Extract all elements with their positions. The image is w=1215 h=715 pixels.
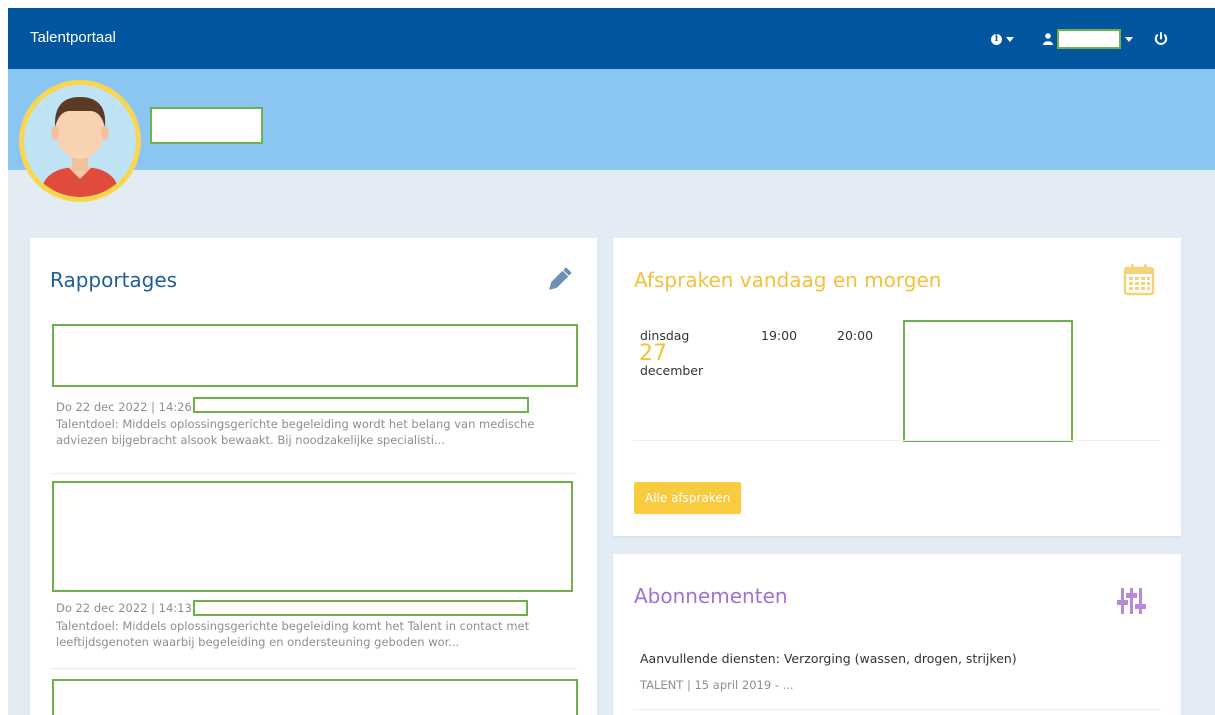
avatar-illustration [24, 85, 136, 197]
all-appointments-button[interactable]: Alle afspraken [634, 482, 742, 514]
rapportages-title: Rapportages [50, 268, 178, 292]
chevron-down-icon [1006, 36, 1014, 42]
divider [633, 440, 1161, 441]
subscription-meta: TALENT | 15 april 2019 - ... [640, 678, 794, 692]
divider [50, 668, 577, 669]
divider [50, 473, 577, 474]
calendar-icon[interactable] [1123, 262, 1155, 296]
user-menu-toggle[interactable] [1043, 28, 1133, 50]
divider [633, 709, 1161, 710]
avatar [19, 80, 141, 202]
appointment-start-time: 19:00 [761, 328, 798, 343]
info-circle-icon: i [991, 33, 1002, 45]
user-name-redacted [1057, 29, 1121, 49]
report-title-redacted[interactable] [52, 481, 573, 592]
report-summary: Talentdoel: Middels oplossingsgerichte b… [56, 619, 530, 649]
report-title-redacted[interactable] [52, 679, 578, 715]
report-title-redacted[interactable] [52, 324, 578, 387]
page: Talentportaal i Rapportages Do 22 dec 20… [8, 8, 1215, 715]
afspraken-title: Afspraken vandaag en morgen [634, 268, 942, 292]
pencil-icon[interactable] [544, 265, 574, 295]
appointment-day: 27 [639, 341, 667, 366]
report-author-redacted [193, 600, 528, 616]
appointment-end-time: 20:00 [837, 328, 874, 343]
afspraken-card: Afspraken vandaag en morgen dinsdag 27 d… [613, 238, 1181, 536]
report-author-redacted [193, 397, 529, 413]
sliders-icon[interactable] [1117, 586, 1147, 618]
report-summary: Talentdoel: Middels oplossingsgerichte b… [56, 417, 535, 447]
power-icon[interactable] [1152, 30, 1170, 48]
top-navbar: Talentportaal i [8, 8, 1215, 69]
appointment-details-redacted[interactable] [903, 320, 1073, 442]
subscription-title[interactable]: Aanvullende diensten: Verzorging (wassen… [640, 651, 1017, 666]
report-date: Do 22 dec 2022 | 14:26 | [56, 400, 200, 414]
rapportages-card: Rapportages Do 22 dec 2022 | 14:26 | Tal… [30, 238, 597, 715]
chevron-down-icon [1125, 36, 1133, 42]
abonnementen-title: Abonnementen [634, 584, 788, 608]
profile-name-redacted [150, 107, 263, 144]
brand-link[interactable]: Talentportaal [30, 29, 116, 46]
abonnementen-card: Abonnementen Aanvullende diensten: Verzo… [613, 554, 1181, 715]
info-menu-toggle[interactable]: i [991, 31, 1021, 47]
user-icon [1043, 33, 1053, 45]
report-date: Do 22 dec 2022 | 14:13 | [56, 601, 200, 615]
appointment-month: december [640, 363, 704, 378]
